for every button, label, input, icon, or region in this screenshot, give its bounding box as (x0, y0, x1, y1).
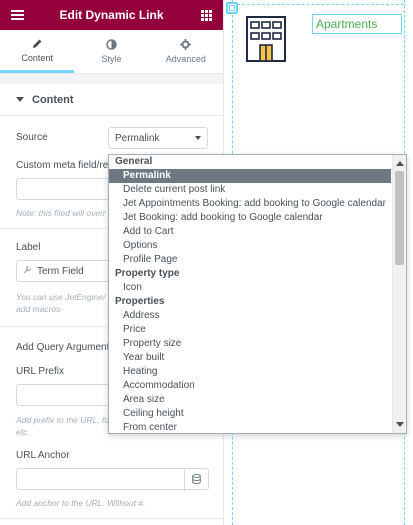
divider (0, 518, 223, 519)
dropdown-option[interactable]: Permalink (109, 169, 391, 183)
scroll-thumb[interactable] (395, 171, 404, 265)
scroll-up-icon[interactable] (396, 161, 404, 166)
dropdown-options: General Permalink Delete current post link… (109, 155, 391, 433)
url-anchor-label: URL Anchor (16, 450, 70, 461)
caret-down-icon (16, 97, 24, 102)
source-label: Source (16, 132, 48, 143)
tab-style[interactable]: Style (74, 30, 148, 73)
dropdown-option[interactable]: Price (109, 323, 391, 337)
dropdown-option[interactable]: Jet Appointments Booking: add booking to… (109, 197, 391, 211)
dropdown-option[interactable]: Area size (109, 393, 391, 407)
source-select[interactable]: Permalink (108, 127, 208, 149)
dropdown-option[interactable]: Icon (109, 281, 391, 295)
section-spacer (0, 74, 223, 84)
panel-header: Edit Dynamic Link (0, 0, 223, 30)
widget-edit-handle[interactable] (226, 2, 238, 14)
dropdown-option[interactable]: Ceiling height (109, 407, 391, 421)
chevron-down-icon (195, 136, 201, 140)
label-note-line1: You can use JetEngine/ (16, 292, 106, 302)
widgets-grid-icon[interactable] (189, 9, 223, 21)
wrench-icon (23, 265, 32, 277)
url-prefix-label: URL Prefix (16, 366, 64, 377)
tab-style-label: Style (101, 54, 122, 64)
hamburger-menu-icon[interactable] (0, 10, 34, 20)
dynamic-link-preview[interactable]: Apartments (312, 14, 402, 34)
content-section-toggle[interactable]: Content (0, 84, 223, 116)
database-icon (192, 473, 201, 487)
custom-meta-note: Note: this filed will overr (16, 208, 106, 218)
tab-advanced-label: Advanced (165, 54, 206, 64)
label-input-value: Term Field (37, 265, 84, 277)
gear-icon (180, 39, 192, 50)
dynamic-tags-button[interactable] (184, 469, 208, 491)
panel-title: Edit Dynamic Link (59, 8, 164, 22)
dropdown-group-label: Properties (115, 296, 165, 307)
scroll-down-icon[interactable] (396, 422, 404, 427)
url-anchor-input[interactable] (16, 468, 209, 491)
dropdown-option[interactable]: From center (109, 421, 391, 433)
row-guide (232, 4, 404, 5)
dropdown-option[interactable]: Accommodation (109, 379, 391, 393)
custom-meta-label: Custom meta field/rep (16, 160, 114, 171)
label-note-line2: add macros (16, 304, 61, 314)
dropdown-option[interactable]: Jet Booking: add booking to Google calen… (109, 211, 391, 225)
pencil-icon (32, 38, 43, 49)
tab-advanced[interactable]: Advanced (149, 30, 223, 73)
dropdown-group-label: General (115, 156, 153, 167)
query-args-label: Add Query Arguments (16, 342, 115, 353)
building-icon (246, 16, 286, 65)
url-prefix-note-line2: etc. (16, 427, 30, 437)
url-prefix-note-line1: Add prefix to the URL, fo (16, 415, 110, 425)
dropdown-option[interactable]: Options (109, 239, 391, 253)
dropdown-option[interactable]: Property size (109, 337, 391, 351)
dropdown-option[interactable]: Profile Page (109, 253, 391, 267)
dropdown-option[interactable]: Delete current post link (109, 183, 391, 197)
dropdown-scrollbar[interactable] (392, 155, 406, 433)
section-title: Content (32, 93, 74, 106)
label-field-label: Label (16, 242, 41, 253)
dropdown-option[interactable]: Address (109, 309, 391, 323)
source-select-value: Permalink (115, 132, 160, 144)
tab-content[interactable]: Content (0, 30, 75, 73)
dropdown-option[interactable]: Year built (109, 351, 391, 365)
contrast-icon (106, 39, 117, 50)
panel-tabs: Content Style Advanced (0, 30, 223, 74)
dropdown-option[interactable]: Heating (109, 365, 391, 379)
source-dropdown-list[interactable]: General Permalink Delete current post link… (108, 154, 407, 434)
url-anchor-note: Add anchor to the URL. Without #. (16, 498, 146, 508)
tab-content-label: Content (21, 52, 53, 63)
dropdown-option[interactable]: Add to Cart (109, 225, 391, 239)
dropdown-group-label: Property type (115, 268, 180, 279)
